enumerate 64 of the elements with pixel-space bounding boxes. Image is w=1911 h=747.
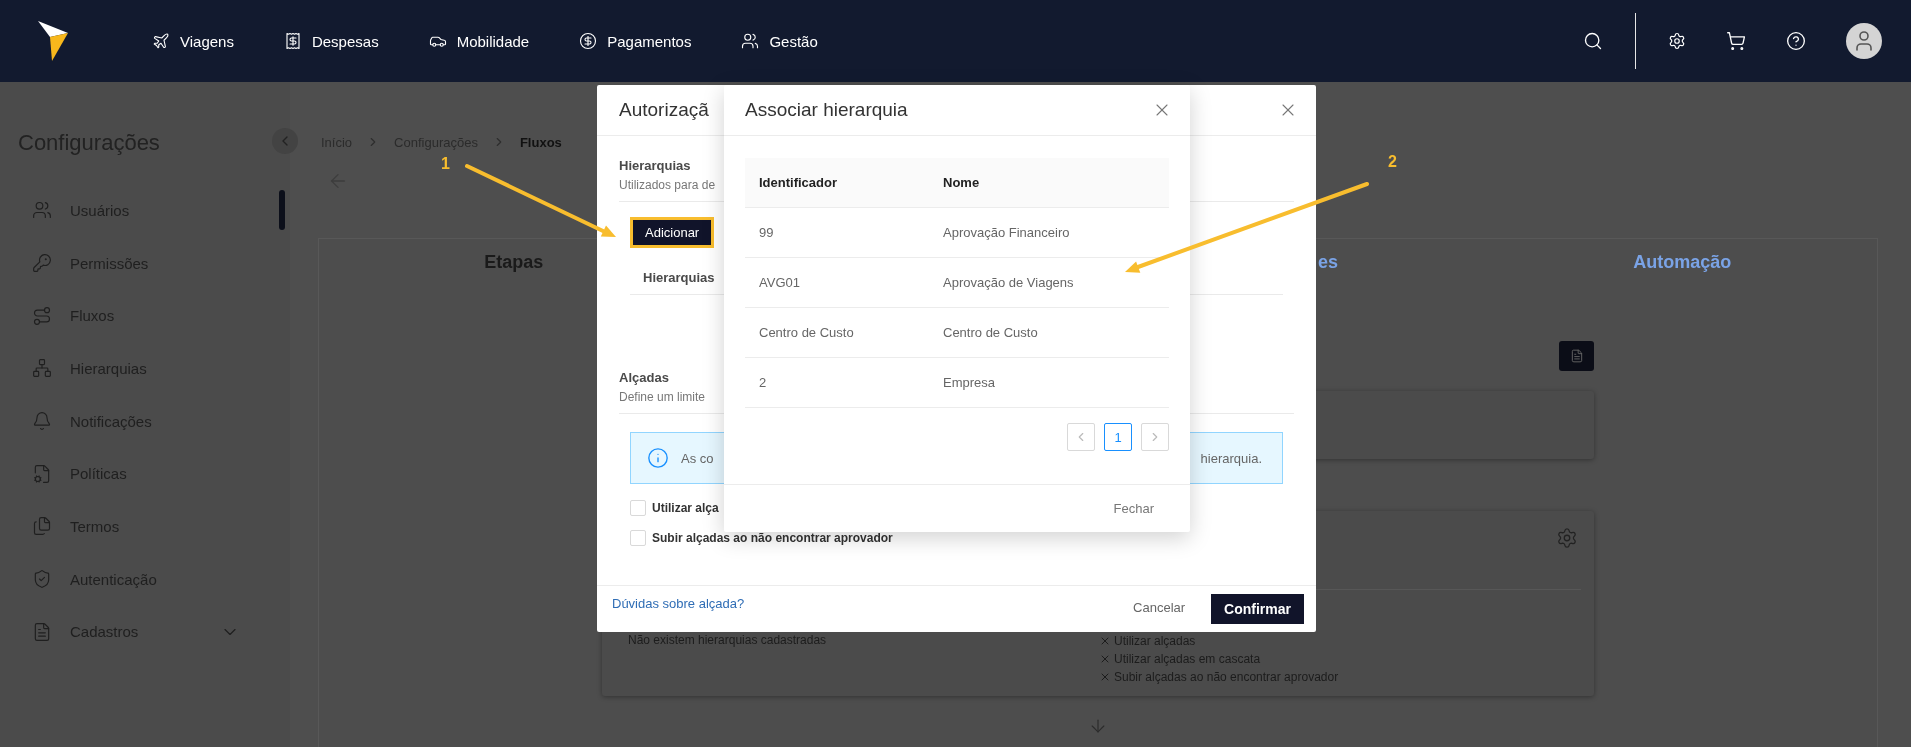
nav-item[interactable]: Gestão bbox=[741, 32, 818, 50]
column-header: Nome bbox=[943, 175, 980, 190]
users-icon bbox=[741, 32, 760, 50]
checkbox-label: Subir alçadas ao não encontrar aprovador bbox=[652, 531, 893, 545]
collapse-button[interactable] bbox=[272, 128, 298, 154]
route-icon bbox=[32, 305, 52, 326]
breadcrumb-link[interactable]: Fluxos bbox=[519, 134, 562, 150]
search-icon[interactable] bbox=[1583, 31, 1603, 51]
help-icon[interactable] bbox=[1786, 31, 1806, 51]
info-icon bbox=[647, 447, 669, 469]
plane-icon bbox=[152, 32, 170, 50]
scrollbar-thumb[interactable] bbox=[279, 190, 285, 230]
add-button[interactable]: Adicionar bbox=[630, 217, 715, 248]
table-cell: Aprovação de Viagens bbox=[943, 275, 1074, 290]
info-text: hierarquia. bbox=[1200, 450, 1262, 466]
document-icon bbox=[1569, 349, 1584, 363]
tab[interactable]: es bbox=[1318, 252, 1339, 273]
table-cell: Centro de Custo bbox=[759, 325, 854, 340]
column-header: Identificador bbox=[759, 175, 837, 190]
section-description: Utilizados para de bbox=[619, 178, 716, 192]
nav-item[interactable]: Despesas bbox=[283, 32, 379, 50]
table-cell: Aprovação Financeiro bbox=[943, 225, 1070, 240]
checkbox-label: Utilizar alça bbox=[652, 501, 719, 515]
logo-icon[interactable] bbox=[38, 21, 68, 61]
shield-check-icon bbox=[32, 569, 52, 590]
confirm-button[interactable]: Confirmar bbox=[1211, 594, 1304, 624]
network-icon bbox=[32, 358, 52, 379]
help-link[interactable]: Dúvidas sobre alçada? bbox=[612, 596, 745, 611]
cancel-button[interactable]: Cancelar bbox=[1121, 600, 1198, 615]
document-button[interactable] bbox=[1559, 341, 1594, 371]
receipt-icon bbox=[283, 32, 302, 50]
dialog-title: Autorizaçã bbox=[619, 99, 709, 121]
page-button[interactable]: 1 bbox=[1104, 423, 1132, 451]
previous-page-button[interactable] bbox=[1067, 423, 1095, 451]
table-cell: 2 bbox=[759, 375, 767, 390]
section-description: Define um limite bbox=[619, 390, 706, 404]
nav-item[interactable]: Pagamentos bbox=[579, 32, 692, 50]
table-cell: AVG01 bbox=[759, 275, 800, 290]
key-icon bbox=[32, 253, 52, 274]
section-title: Hierarquias bbox=[619, 158, 691, 173]
annotation-number: 2 bbox=[1388, 153, 1397, 171]
avatar-icon[interactable] bbox=[1846, 23, 1882, 59]
file-gear-icon bbox=[32, 463, 52, 484]
table-cell: Centro de Custo bbox=[943, 325, 1038, 340]
dollar-circle-icon bbox=[579, 32, 598, 50]
cart-icon[interactable] bbox=[1726, 31, 1746, 51]
checkbox[interactable] bbox=[630, 530, 646, 546]
settings-icon[interactable] bbox=[1668, 32, 1686, 50]
next-page-button[interactable] bbox=[1141, 423, 1169, 451]
checkbox[interactable] bbox=[630, 500, 646, 516]
document-icon bbox=[32, 621, 52, 642]
bell-icon bbox=[32, 411, 52, 432]
info-text: As co bbox=[681, 450, 714, 466]
files-icon bbox=[32, 516, 52, 537]
tab[interactable]: Automação bbox=[1633, 252, 1732, 273]
section-title: Alçadas bbox=[619, 370, 669, 385]
nav-item[interactable]: Mobilidade bbox=[428, 32, 530, 50]
dialog-title: Associar hierarquia bbox=[745, 99, 908, 121]
annotation-number: 1 bbox=[441, 155, 450, 173]
close-button[interactable]: Fechar bbox=[1101, 501, 1166, 516]
table-cell: 99 bbox=[759, 225, 774, 240]
table-cell: Empresa bbox=[943, 375, 996, 390]
nav-item[interactable]: Viagens bbox=[152, 32, 234, 50]
users-icon bbox=[32, 200, 52, 221]
